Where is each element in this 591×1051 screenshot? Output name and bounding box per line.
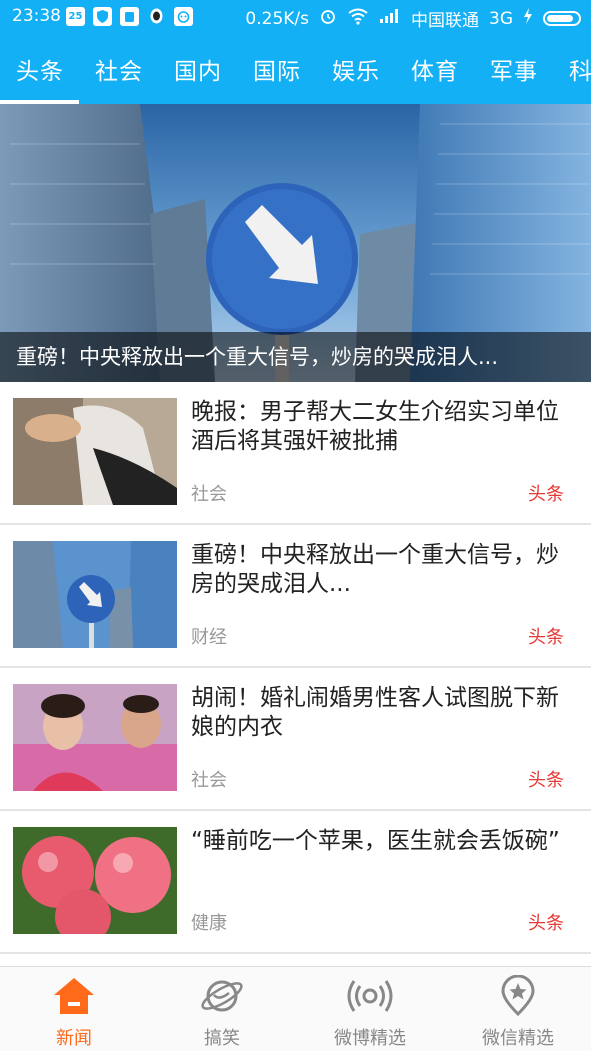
news-source: 头条 [528,770,564,791]
news-title: 晚报：男子帮大二女生介绍实习单位 酒后将其强奸被批捕 [191,399,559,454]
tab-society[interactable]: 社会 [95,52,143,86]
android-icon [120,7,139,26]
nav-label: 微博精选 [334,1028,406,1049]
news-source: 头条 [528,484,564,505]
robot-icon [174,7,193,26]
news-list: 晚报：男子帮大二女生介绍实习单位 酒后将其强奸被批捕 社会 头条 重磅！中央释放… [0,382,591,1051]
broadcast-icon [347,980,393,1012]
status-bar: 23:38 25 0.25K/s 中国联通 3G [0,0,591,34]
news-category: 健康 [191,913,227,934]
list-item[interactable]: “睡前吃一个苹果，医生就会丢饭碗” 健康 头条 [0,811,591,954]
news-source: 头条 [528,627,564,648]
news-title: 重磅！中央释放出一个重大信号，炒房的哭成泪人... [191,542,559,597]
news-category: 社会 [191,484,227,505]
category-tabs: 头条 社会 国内 国际 娱乐 体育 军事 科 [0,34,591,104]
nav-weibo[interactable]: 微博精选 [296,967,444,1051]
news-thumbnail [13,684,177,791]
alarm-icon [319,7,337,30]
news-thumbnail [13,541,177,648]
news-title: “睡前吃一个苹果，医生就会丢饭碗” [191,828,560,854]
tab-military[interactable]: 军事 [490,52,538,86]
calendar-icon: 25 [66,7,85,26]
shield-icon [93,7,112,26]
news-thumbnail [13,827,177,934]
location-star-icon [501,975,535,1017]
list-item[interactable]: 晚报：男子帮大二女生介绍实习单位 酒后将其强奸被批捕 社会 头条 [0,382,591,525]
list-item[interactable]: 胡闹！婚礼闹婚男性客人试图脱下新娘的内衣 社会 头条 [0,668,591,811]
nav-label: 微信精选 [482,1028,554,1049]
nav-label: 新闻 [56,1028,92,1049]
nav-funny[interactable]: 搞笑 [148,967,296,1051]
qq-icon [147,7,166,26]
tab-sports[interactable]: 体育 [411,52,459,86]
app-root: 23:38 25 0.25K/s 中国联通 3G 头条 社会 国内 国际 娱乐 … [0,0,591,1051]
battery-level [547,15,573,22]
planet-icon [201,980,243,1012]
bottom-navigation: 新闻 搞笑 微博精选 微信精选 [0,966,591,1051]
carrier-name: 中国联通 [411,11,479,31]
wifi-icon [347,7,369,30]
net-speed: 0.25K/s [245,8,309,29]
tab-international[interactable]: 国际 [253,52,301,86]
home-icon [54,978,94,1014]
hero-caption: 重磅！中央释放出一个重大信号，炒房的哭成泪人... [0,332,591,382]
nav-news[interactable]: 新闻 [0,967,148,1051]
tab-tech[interactable]: 科 [569,52,591,86]
battery-icon [543,11,581,26]
charging-icon [523,8,533,29]
list-item[interactable]: 重磅！中央释放出一个重大信号，炒房的哭成泪人... 财经 头条 [0,525,591,668]
signal-icon [379,8,401,29]
network-type: 3G [489,8,513,29]
news-thumbnail [13,398,177,505]
status-right: 0.25K/s 中国联通 3G [245,6,581,31]
news-title: 胡闹！婚礼闹婚男性客人试图脱下新娘的内衣 [191,685,559,740]
status-time: 23:38 [12,6,61,26]
news-source: 头条 [528,913,564,934]
nav-label: 搞笑 [204,1028,240,1049]
news-category: 财经 [191,627,227,648]
news-category: 社会 [191,770,227,791]
hero-banner[interactable]: 重磅！中央释放出一个重大信号，炒房的哭成泪人... [0,104,591,382]
notification-icons: 25 [66,7,193,26]
tab-entertainment[interactable]: 娱乐 [332,52,380,86]
tab-domestic[interactable]: 国内 [174,52,222,86]
tab-headlines[interactable]: 头条 [16,52,64,86]
nav-wechat[interactable]: 微信精选 [444,967,591,1051]
